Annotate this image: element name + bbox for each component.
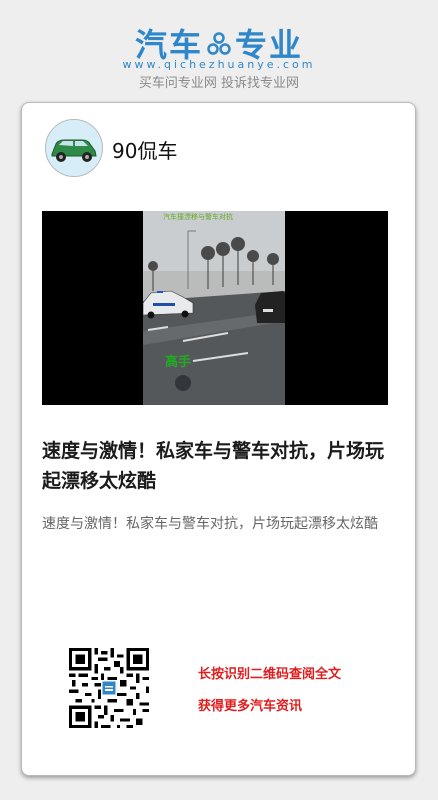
article-headline[interactable]: 速度与激情！私家车与警车对抗，片场玩起漂移太炫酷	[42, 436, 398, 496]
qr-code-icon	[69, 648, 149, 728]
qr-code[interactable]	[69, 648, 149, 728]
video-frame: 汽车撞漂移与警车对抗 高手	[143, 211, 285, 405]
article-card: 90侃车 汽车撞漂移与警车对抗 高手 速度与激情！私家车与警车对抗，片场玩起漂移…	[21, 102, 416, 776]
article-summary: 速度与激情！私家车与警车对抗，片场玩起漂移太炫酷	[42, 516, 378, 532]
video-caption: 汽车撞漂移与警车对抗	[163, 213, 233, 221]
cta-more-news: 获得更多汽车资讯	[198, 699, 303, 714]
car-avatar-icon	[46, 120, 102, 176]
brand-slogan: 买车问专业网 投诉找专业网	[138, 76, 300, 91]
video-thumbnail	[143, 211, 285, 405]
video-player[interactable]: 汽车撞漂移与警车对抗 高手	[42, 211, 388, 405]
brand-header: 汽车 专业 www.qichezhuanye.com 买车问专业网 投诉找专业网	[0, 0, 438, 100]
author-name[interactable]: 90侃车	[112, 135, 177, 164]
gear-icon	[207, 32, 231, 55]
cta-scan-qr: 长按识别二维码查阅全文	[198, 667, 342, 682]
brand-url: www.qichezhuanye.com	[122, 58, 316, 71]
video-watermark: 高手	[165, 355, 192, 370]
author-avatar[interactable]	[45, 119, 103, 177]
